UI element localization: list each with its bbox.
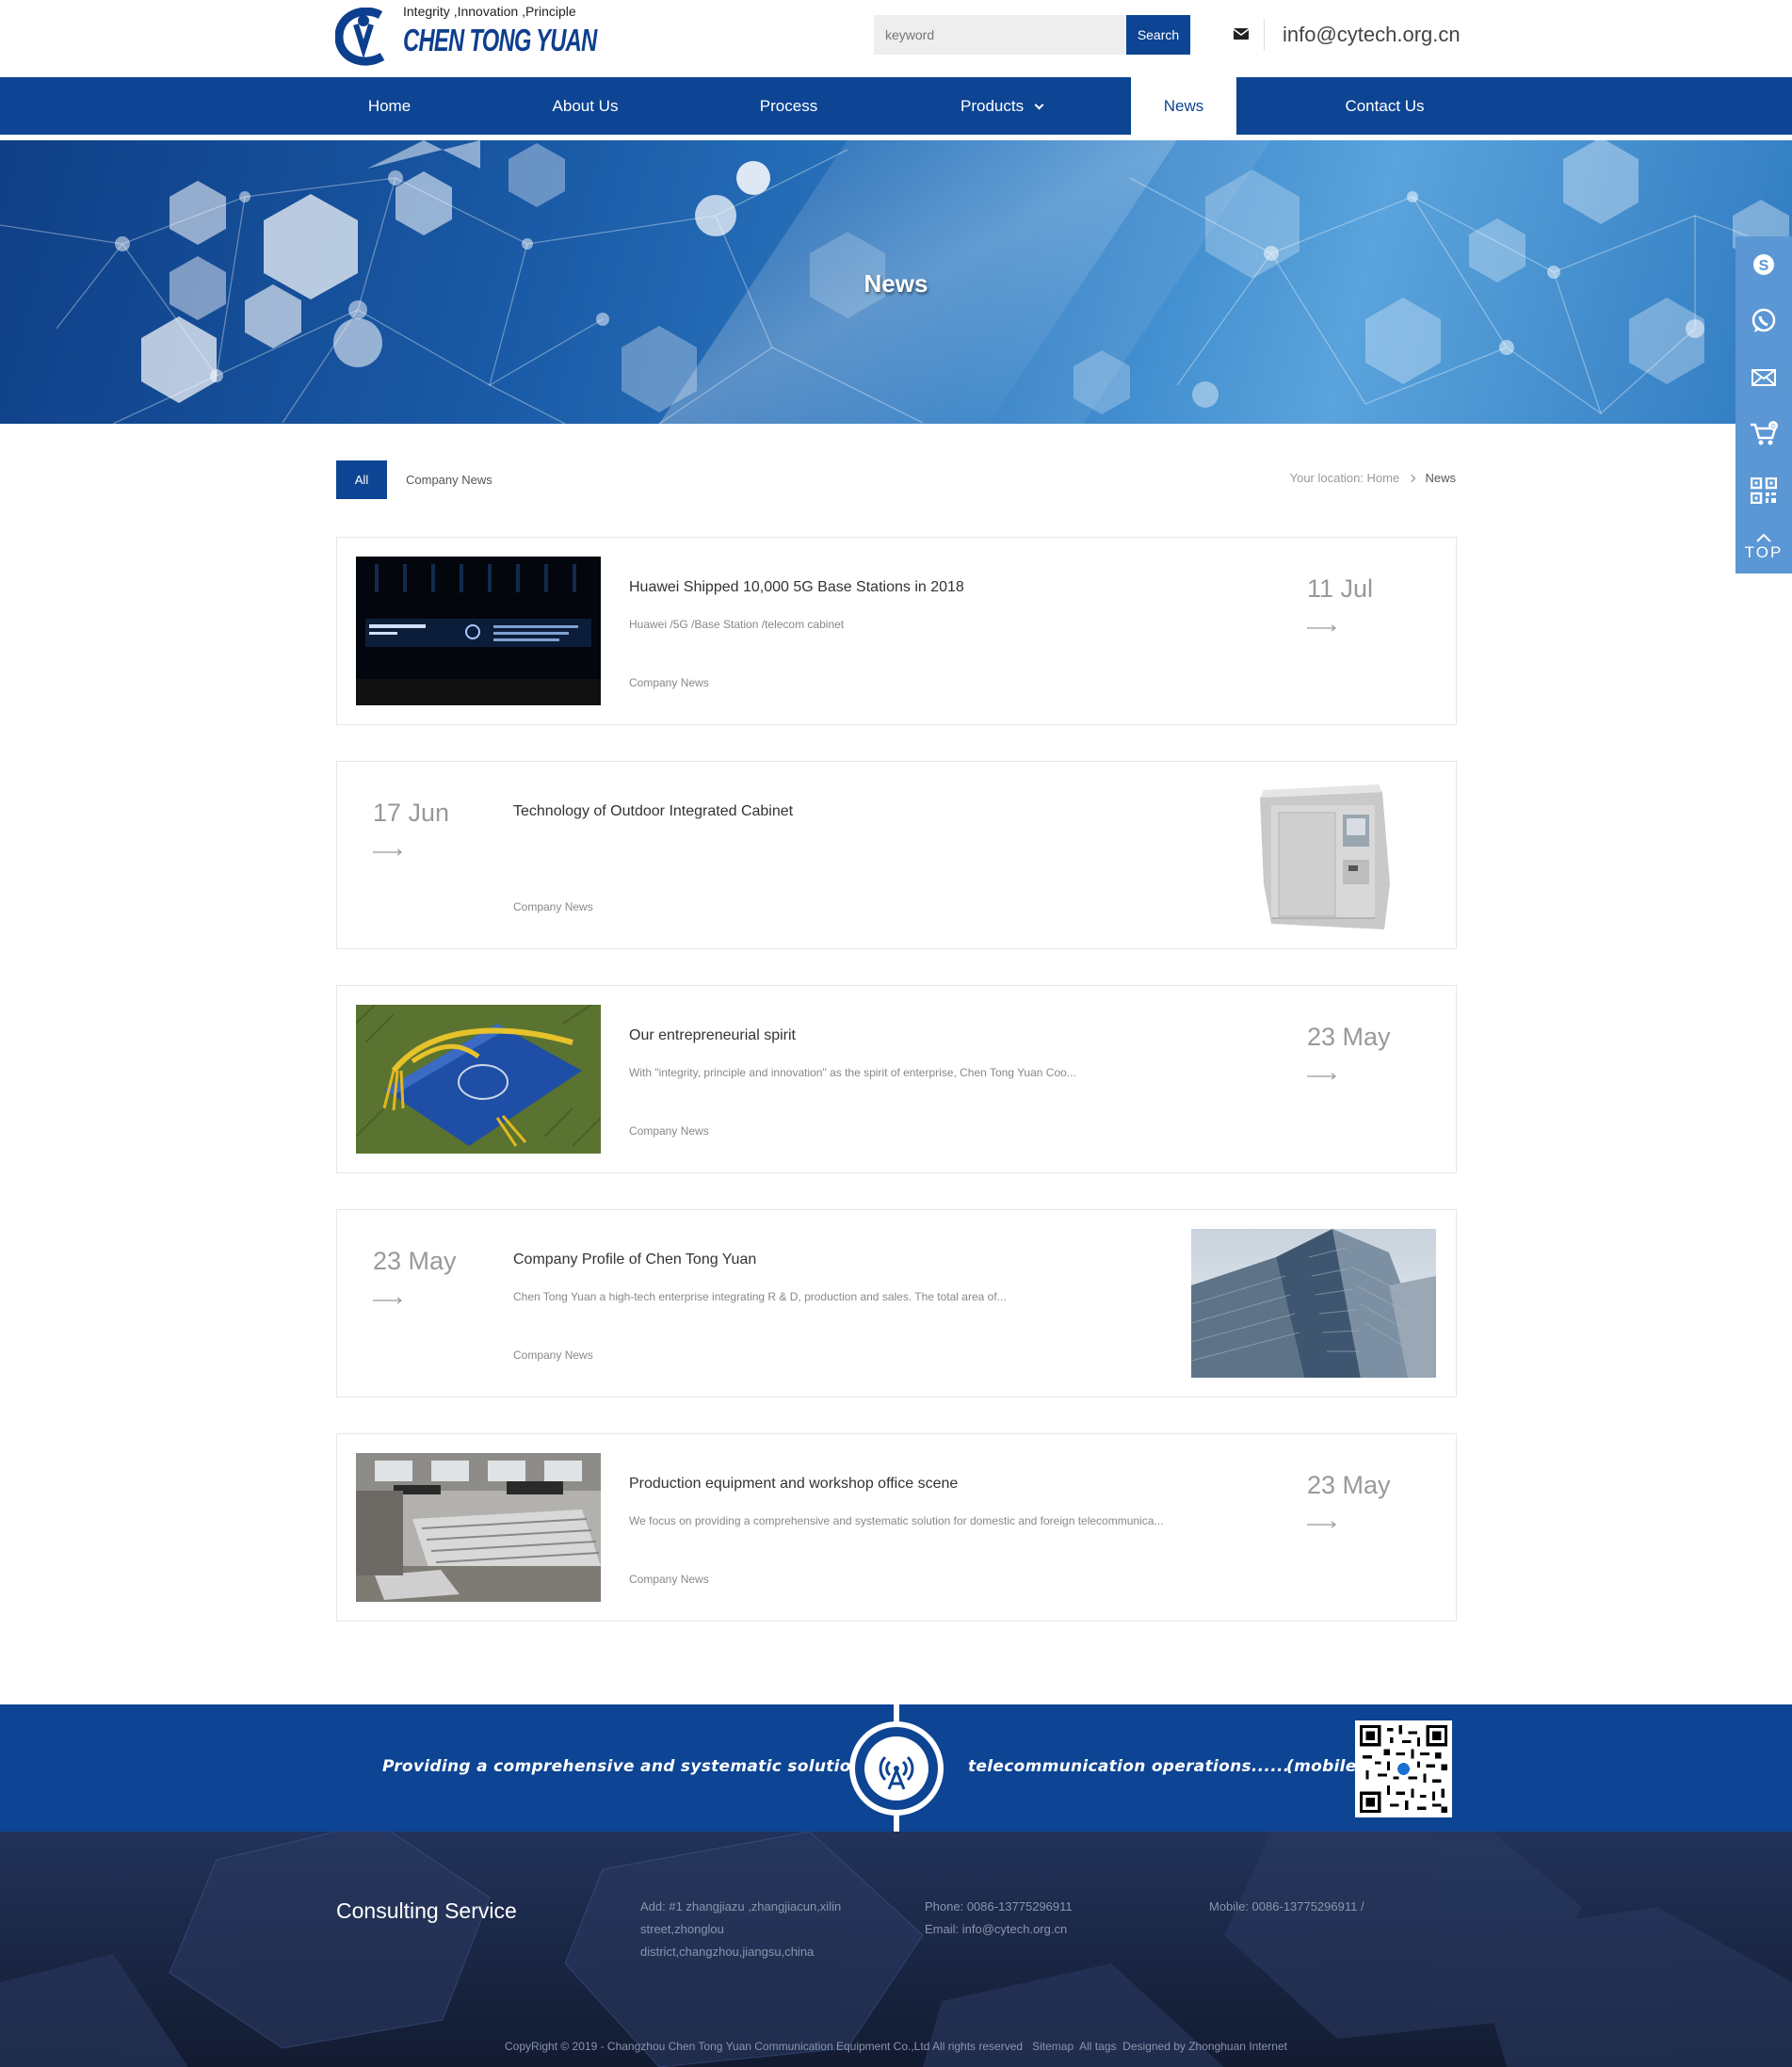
nav-about-us[interactable]: About Us <box>532 77 638 135</box>
news-date: 23 May <box>1307 1023 1391 1051</box>
news-title[interactable]: Our entrepreneurial spirit <box>629 1027 796 1044</box>
news-thumbnail[interactable] <box>1191 1229 1436 1378</box>
svg-text:S: S <box>1759 258 1769 274</box>
breadcrumb: Your location: Home News <box>1036 471 1456 485</box>
chevron-up-icon <box>1756 533 1771 542</box>
news-summary: With "integrity, principle and innovatio… <box>629 1066 1076 1079</box>
copyright-text: CopyRight © 2019 - Changzhou Chen Tong Y… <box>505 2040 1024 2053</box>
band-slogan-right: telecommunication operations...... <box>968 1757 1290 1776</box>
filter-company-news[interactable]: Company News <box>406 460 492 499</box>
footer-address: Add: #1 zhangjiazu ,zhangjiacun,xilin st… <box>640 1896 841 1963</box>
news-summary: We focus on providing a comprehensive an… <box>629 1514 1164 1527</box>
footer-address-line: district,changzhou,jiangsu,china <box>640 1945 815 1959</box>
news-date: 23 May <box>1307 1471 1391 1499</box>
nav-products-label: Products <box>961 97 1025 115</box>
site-slogan: Integrity ,Innovation ,Principle <box>403 4 576 19</box>
breadcrumb-separator-icon <box>1407 474 1416 483</box>
svg-text:0: 0 <box>1771 424 1775 430</box>
news-title[interactable]: Production equipment and workshop office… <box>629 1476 958 1493</box>
news-date: 11 Jul <box>1307 574 1374 603</box>
footer-address-line: street,zhonglou <box>640 1922 724 1936</box>
nav-process[interactable]: Process <box>735 77 842 135</box>
news-thumbnail[interactable] <box>356 1005 601 1154</box>
news-thumbnail[interactable] <box>356 1453 601 1602</box>
qr-code-icon[interactable] <box>1355 1720 1452 1817</box>
footer-copyright: CopyRight © 2019 - Changzhou Chen Tong Y… <box>0 2040 1792 2053</box>
breadcrumb-home[interactable]: Home <box>1367 471 1400 485</box>
search-button[interactable]: Search <box>1126 15 1190 55</box>
email-icon[interactable] <box>1735 349 1792 406</box>
news-title[interactable]: Company Profile of Chen Tong Yuan <box>513 1252 756 1268</box>
footer-hexagon-background <box>0 1832 1792 2067</box>
news-category[interactable]: Company News <box>629 676 709 689</box>
news-title[interactable]: Huawei Shipped 10,000 5G Base Stations i… <box>629 579 964 596</box>
all-tags-link[interactable]: All tags <box>1079 2040 1116 2053</box>
chevron-down-icon <box>1034 100 1044 110</box>
footer-title: Consulting Service <box>336 1898 517 1923</box>
news-date: 23 May <box>373 1247 457 1275</box>
news-date: 17 Jun <box>373 799 450 827</box>
nav-contact-us[interactable]: Contact Us <box>1332 77 1438 135</box>
logo-mark[interactable] <box>335 8 401 66</box>
band-mobile-label: (mobile) <box>1286 1757 1364 1776</box>
news-thumbnail[interactable] <box>356 557 601 705</box>
news-title[interactable]: Technology of Outdoor Integrated Cabinet <box>513 803 793 820</box>
footer-phone: Phone: 0086-13775296911 <box>925 1899 1073 1914</box>
brand-name[interactable]: CHEN TONG YUAN <box>403 23 597 58</box>
skype-icon[interactable]: S <box>1735 236 1792 293</box>
arrow-right-icon[interactable] <box>373 848 403 856</box>
breadcrumb-prefix: Your location: <box>1289 471 1364 485</box>
news-category[interactable]: Company News <box>513 1348 593 1362</box>
arrow-right-icon[interactable] <box>1307 1073 1337 1080</box>
search-input[interactable] <box>874 15 1126 55</box>
back-to-top-button[interactable]: TOP <box>1735 519 1792 575</box>
back-to-top-label: TOP <box>1744 543 1784 561</box>
filter-all-button[interactable]: All <box>336 460 387 499</box>
whatsapp-icon[interactable] <box>1735 293 1792 349</box>
news-category[interactable]: Company News <box>513 900 593 913</box>
nav-home[interactable]: Home <box>336 77 443 135</box>
arrow-right-icon[interactable] <box>1307 624 1337 632</box>
footer-contact: Phone: 0086-13775296911 Email: info@cyte… <box>925 1896 1073 1941</box>
news-category[interactable]: Company News <box>629 1124 709 1138</box>
designed-by-link[interactable]: Designed by Zhonghuan Internet <box>1122 2040 1287 2053</box>
breadcrumb-current: News <box>1425 471 1456 485</box>
arrow-right-icon[interactable] <box>373 1297 403 1304</box>
footer-address-line: Add: #1 zhangjiazu ,zhangjiacun,xilin <box>640 1899 842 1914</box>
footer-mobile: Mobile: 0086-13775296911 / <box>1209 1899 1364 1914</box>
header-divider <box>1264 19 1265 51</box>
mail-icon <box>1234 28 1249 40</box>
sitemap-link[interactable]: Sitemap <box>1032 2040 1074 2053</box>
site-footer <box>0 1832 1792 2067</box>
footer-email[interactable]: Email: info@cytech.org.cn <box>925 1918 1073 1941</box>
band-slogan-left: Providing a comprehensive and systematic… <box>382 1757 896 1776</box>
header-email[interactable]: info@cytech.org.cn <box>1283 23 1461 47</box>
nav-products[interactable]: Products <box>940 77 1046 135</box>
news-summary: Huawei /5G /Base Station /telecom cabine… <box>629 618 845 631</box>
nav-news[interactable]: News <box>1131 77 1236 135</box>
main-nav <box>0 77 1792 135</box>
qr-code-small-icon[interactable] <box>1735 462 1792 519</box>
news-category[interactable]: Company News <box>629 1573 709 1586</box>
antenna-icon <box>848 1703 944 1834</box>
arrow-right-icon[interactable] <box>1307 1521 1337 1528</box>
cart-icon[interactable]: 0 <box>1735 406 1792 462</box>
news-summary: Chen Tong Yuan a high-tech enterprise in… <box>513 1290 1007 1303</box>
news-thumbnail[interactable] <box>1194 781 1439 929</box>
banner-title: News <box>864 269 928 298</box>
